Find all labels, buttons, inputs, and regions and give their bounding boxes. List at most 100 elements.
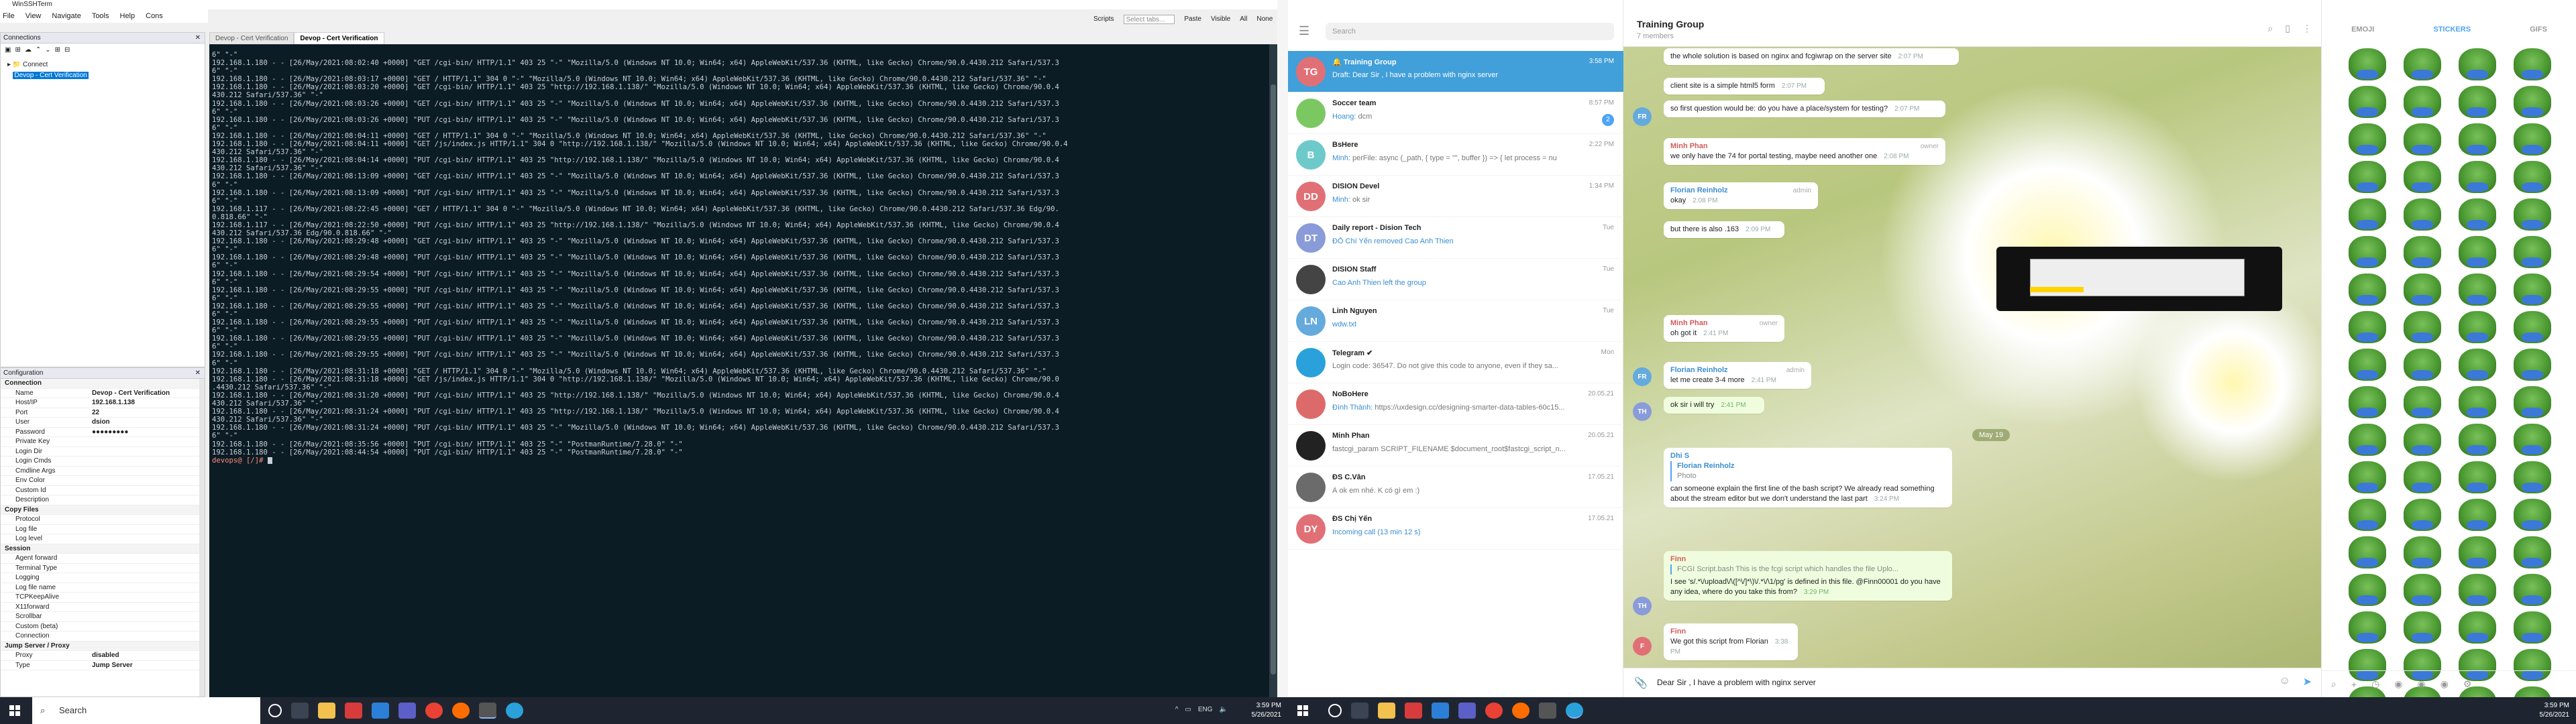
sticker[interactable] xyxy=(2514,574,2551,606)
property-row[interactable]: X11forward xyxy=(1,603,201,612)
sticker[interactable] xyxy=(2459,48,2496,80)
sticker[interactable] xyxy=(2514,123,2551,156)
property-row[interactable]: Terminal Type xyxy=(1,564,201,573)
sticker[interactable] xyxy=(2349,161,2386,193)
search-icon[interactable] xyxy=(1328,704,1342,717)
property-row[interactable]: Login Dir xyxy=(1,447,201,457)
tab-gifs[interactable]: GIFS xyxy=(2530,25,2547,40)
message-bubble[interactable]: Minh Phan owner we only have the 74 for po… xyxy=(1664,138,1945,165)
message-bubble[interactable]: the whole solution is based on nginx and… xyxy=(1664,48,1959,65)
sticker[interactable] xyxy=(2459,386,2496,418)
sender-avatar[interactable]: TH xyxy=(1633,402,1652,421)
chat-list-item[interactable]: Minh Phan 20.05.21 fastcgi_param SCRIPT_FI… xyxy=(1288,425,1623,467)
vivaldi-icon[interactable] xyxy=(1405,703,1422,719)
sticker[interactable] xyxy=(2404,349,2441,381)
search-icon[interactable]: ⌕ xyxy=(2331,678,2337,690)
tree-item-devop[interactable]: Devop - Cert Verification xyxy=(7,70,89,81)
property-category[interactable]: Session xyxy=(1,544,201,554)
property-category[interactable]: Connection xyxy=(1,379,201,389)
sticker[interactable] xyxy=(2459,574,2496,606)
chat-list-item[interactable]: LN Linh Nguyen Tue wdw.txt xyxy=(1288,300,1623,342)
emoji-icon[interactable]: ☺ xyxy=(2279,675,2290,687)
postman-icon[interactable] xyxy=(452,703,470,719)
winsshterm-taskbar-icon[interactable] xyxy=(1539,703,1556,719)
terminal-scrollbar[interactable] xyxy=(1269,44,1277,697)
sticker[interactable] xyxy=(2514,236,2551,268)
chat-list-item[interactable]: DD DISION Devel 1:34 PM Minh: ok sir xyxy=(1288,176,1623,217)
property-row[interactable]: Type Jump Server xyxy=(1,661,201,670)
menu-item-navigate[interactable]: Navigate xyxy=(52,12,80,20)
property-row[interactable]: Protocol xyxy=(1,515,201,525)
menu-item-tools[interactable]: Tools xyxy=(92,12,109,20)
message-bubble[interactable]: Minh Phan owner oh got it 2:41 PM xyxy=(1664,315,1784,342)
sticker[interactable] xyxy=(2459,424,2496,456)
property-row[interactable]: Scrollbar xyxy=(1,612,201,622)
sticker[interactable] xyxy=(2404,424,2441,456)
outlook-icon[interactable] xyxy=(1432,703,1449,719)
property-row[interactable]: Port 22 xyxy=(1,408,201,418)
menu-item-cons[interactable]: Cons xyxy=(146,12,163,20)
sticker[interactable] xyxy=(2514,161,2551,193)
chat-list-item[interactable]: Soccer team 8:57 PM Hoang: dcm 2 xyxy=(1288,93,1623,134)
sticker[interactable] xyxy=(2349,499,2386,531)
chat-list-item[interactable]: Telegram ✔ Mon Login code: 36547. Do not g… xyxy=(1288,342,1623,383)
new-folder-icon[interactable]: ▣ xyxy=(5,46,11,54)
task-view-icon[interactable] xyxy=(291,703,309,719)
property-row[interactable]: Connection xyxy=(1,631,201,642)
menu-item-view[interactable]: View xyxy=(25,12,42,20)
chat-list-item[interactable]: TG 🔔 Training Group 3:58 PM Draft: Dear Sir… xyxy=(1288,51,1623,93)
message-bubble[interactable]: Finn We got this script from Florian 3:38 … xyxy=(1664,623,1798,660)
close-icon[interactable]: ✕ xyxy=(195,33,201,44)
paste-button[interactable]: Paste xyxy=(1184,15,1201,24)
visible-button[interactable]: Visible xyxy=(1211,15,1230,24)
close-icon[interactable]: ✕ xyxy=(195,368,201,379)
sticker[interactable] xyxy=(2404,161,2441,193)
message-bubble[interactable]: client site is a simple html5 form 2:07 P… xyxy=(1664,78,1825,95)
sticker[interactable] xyxy=(2514,536,2551,568)
sticker[interactable] xyxy=(2404,386,2441,418)
send-icon[interactable]: ➤ xyxy=(2303,675,2312,688)
sticker[interactable] xyxy=(2404,611,2441,644)
sticker[interactable] xyxy=(2459,274,2496,306)
message-bubble[interactable]: Dhi S Florian Reinholz Photo can someone ex… xyxy=(1664,448,1952,507)
sticker[interactable] xyxy=(2404,48,2441,80)
scrollbar[interactable] xyxy=(199,379,205,697)
task-view-icon[interactable] xyxy=(1351,703,1368,719)
volume-icon[interactable]: 🔈 xyxy=(1220,706,1228,713)
property-row[interactable]: Host/IP 192.168.1.138 xyxy=(1,398,201,408)
sticker[interactable] xyxy=(2349,349,2386,381)
language-indicator[interactable]: ENG xyxy=(1198,706,1213,713)
tab-devop-cert-verification-active[interactable]: Devop - Cert Verification xyxy=(294,32,384,44)
message-bubble[interactable]: but there is also .163 2:09 PM xyxy=(1664,221,1784,238)
teams-icon[interactable] xyxy=(1458,703,1476,719)
chat-list-item[interactable]: DT Daily report - Dision Tech Tue ĐỖ Chí Yế… xyxy=(1288,217,1623,259)
sticker[interactable] xyxy=(2349,274,2386,306)
chat-list-item[interactable]: DISION Staff Tue Cao Anh Thien left the gr… xyxy=(1288,259,1623,300)
sticker[interactable] xyxy=(2459,499,2496,531)
tab-devop-cert-verification[interactable]: Devop - Cert Verification xyxy=(209,32,294,44)
sticker[interactable] xyxy=(2349,536,2386,568)
sticker[interactable] xyxy=(2514,461,2551,493)
tab-emoji[interactable]: EMOJI xyxy=(2351,25,2374,40)
expand-icon[interactable]: ⊞ xyxy=(55,46,60,54)
none-button[interactable]: None xyxy=(1256,15,1273,24)
property-row[interactable]: Description xyxy=(1,495,201,505)
chrome-icon[interactable] xyxy=(425,703,443,719)
sticker[interactable] xyxy=(2404,461,2441,493)
winsshterm-taskbar-icon[interactable] xyxy=(479,703,496,719)
vivaldi-icon[interactable] xyxy=(345,703,362,719)
property-row[interactable]: TCPKeepAlive xyxy=(1,593,201,603)
telegram-taskbar-icon[interactable] xyxy=(506,703,523,719)
sticker[interactable] xyxy=(2459,349,2496,381)
property-row[interactable]: Log file name xyxy=(1,583,201,593)
tab-stickers[interactable]: STICKERS xyxy=(2433,25,2471,40)
menu-item-help[interactable]: Help xyxy=(120,12,136,20)
search-input[interactable]: Search xyxy=(1326,23,1614,40)
property-row[interactable]: Log file xyxy=(1,525,201,534)
sticker[interactable] xyxy=(2459,198,2496,231)
property-row[interactable]: Custom Id xyxy=(1,486,201,495)
property-row[interactable]: User dsion xyxy=(1,418,201,428)
sticker[interactable] xyxy=(2459,536,2496,568)
sticker[interactable] xyxy=(2514,349,2551,381)
sticker[interactable] xyxy=(2404,123,2441,156)
